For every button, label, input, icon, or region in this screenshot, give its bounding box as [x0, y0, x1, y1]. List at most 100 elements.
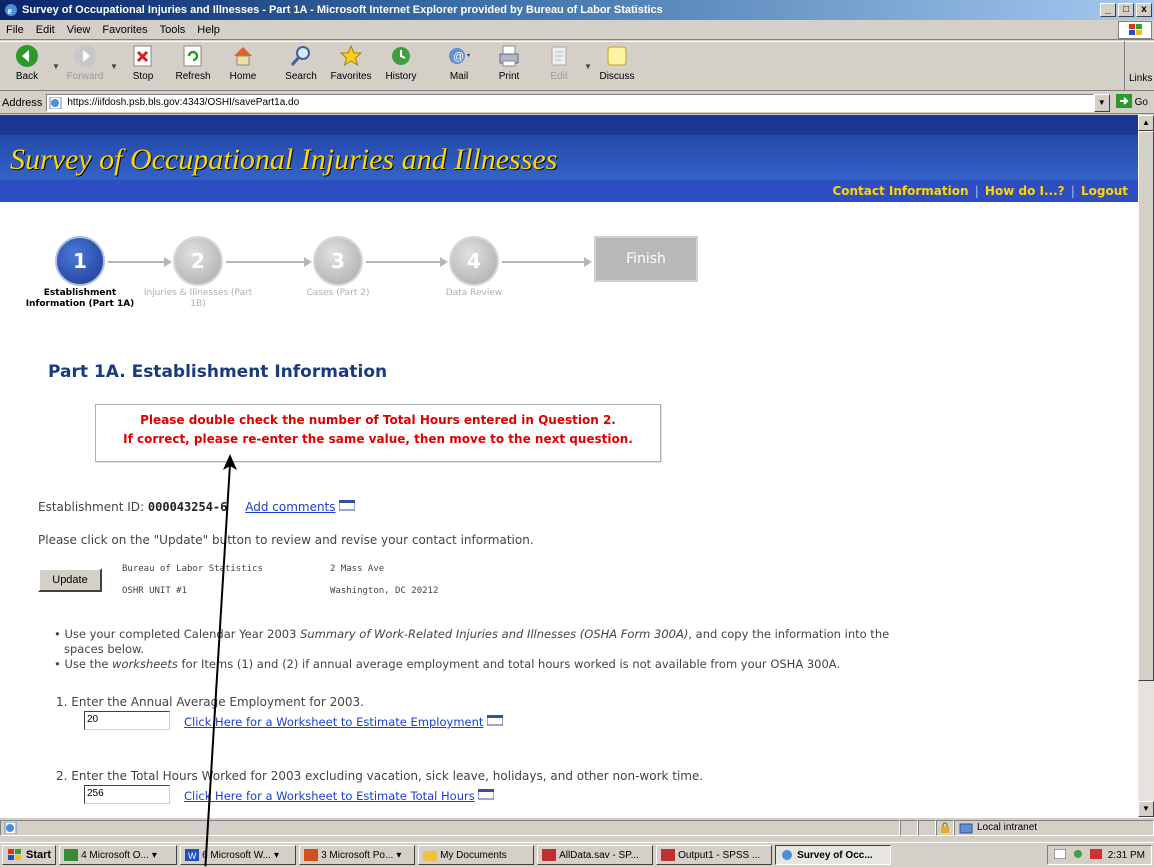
- history-button[interactable]: History: [376, 42, 426, 90]
- bullet-2-text-b: for Items (1) and (2) if annual average …: [177, 657, 841, 671]
- refresh-button[interactable]: Refresh: [168, 42, 218, 90]
- annual-employment-input[interactable]: 20: [84, 711, 170, 730]
- update-button[interactable]: Update: [38, 568, 102, 592]
- add-comments-link[interactable]: Add comments: [245, 500, 335, 514]
- forward-icon: [73, 44, 97, 68]
- menu-tools[interactable]: Tools: [154, 24, 192, 36]
- tray-security-icon[interactable]: [1089, 848, 1102, 862]
- worksheet-icon[interactable]: [477, 788, 495, 803]
- mail-button[interactable]: @ Mail: [434, 42, 484, 90]
- spss-data-icon: [542, 849, 557, 861]
- alert-line-1: Please double check the number of Total …: [140, 413, 616, 427]
- svg-text:@: @: [453, 51, 464, 63]
- close-button[interactable]: x: [1136, 3, 1152, 17]
- top-nav: Contact Information | How do I...? | Log…: [0, 180, 1138, 202]
- edit-dropdown-icon[interactable]: ▼: [584, 42, 592, 90]
- task-spss-data[interactable]: AllData.sav - SP...: [537, 845, 654, 865]
- step-2-circle: 2: [173, 236, 223, 286]
- folder-icon: [423, 849, 438, 861]
- powerpoint-icon: [304, 849, 319, 861]
- task-spss-output[interactable]: Output1 - SPSS ...: [656, 845, 773, 865]
- security-zone: Local intranet: [954, 819, 1154, 836]
- step-2-label: Injuries & Illnesses (Part 1B): [143, 288, 253, 309]
- window-titlebar[interactable]: e Survey of Occupational Injuries and Il…: [0, 0, 1154, 20]
- print-button[interactable]: Print: [484, 42, 534, 90]
- scroll-down-button[interactable]: ▼: [1138, 801, 1154, 817]
- ie-icon: [780, 849, 794, 861]
- task-label: My Documents: [440, 849, 507, 861]
- menu-favorites[interactable]: Favorites: [96, 24, 153, 36]
- ie-icon: e: [4, 3, 18, 17]
- scroll-up-button[interactable]: ▲: [1138, 115, 1154, 131]
- address-city: Washington, DC 20212: [330, 586, 439, 596]
- task-survey-ie[interactable]: Survey of Occ...: [775, 845, 892, 865]
- worksheet-icon[interactable]: [486, 714, 504, 729]
- task-outlook-group[interactable]: 4 Microsoft O... ▾: [59, 845, 178, 865]
- menu-view[interactable]: View: [61, 24, 97, 36]
- start-button[interactable]: Start: [2, 845, 57, 865]
- nav-contact-information[interactable]: Contact Information: [826, 184, 974, 198]
- favorites-button[interactable]: Favorites: [326, 42, 376, 90]
- stop-icon: [131, 44, 155, 68]
- q1-worksheet-row: Click Here for a Worksheet to Estimate E…: [184, 714, 504, 729]
- menu-file[interactable]: File: [0, 24, 30, 36]
- stop-button[interactable]: Stop: [118, 42, 168, 90]
- windows-flag-icon: [8, 849, 21, 860]
- task-my-documents[interactable]: My Documents: [418, 845, 535, 865]
- address-bar: Address https://iifdosh.psb.bls.gov:4343…: [0, 92, 1154, 114]
- status-text-area: [0, 819, 900, 836]
- step-1-circle: 1: [55, 236, 105, 286]
- links-button[interactable]: Links: [1124, 41, 1154, 91]
- system-tray: 2:31 PM: [1046, 845, 1152, 865]
- tray-network-icon[interactable]: [1072, 849, 1084, 862]
- page-status-icon: [4, 821, 17, 834]
- go-arrow-icon: [1115, 94, 1132, 111]
- step-3-label: Cases (Part 2): [306, 288, 370, 298]
- page-icon: [49, 96, 63, 109]
- back-dropdown-icon[interactable]: ▼: [52, 42, 60, 90]
- menu-help[interactable]: Help: [191, 24, 226, 36]
- task-powerpoint-group[interactable]: 3 Microsoft Po... ▾: [299, 845, 416, 865]
- comment-icon[interactable]: [338, 499, 356, 514]
- address-input[interactable]: https://iifdosh.psb.bls.gov:4343/OSHI/sa…: [46, 93, 1094, 112]
- address-label: Address: [2, 96, 43, 109]
- task-label: 3 Microsoft Po...: [321, 849, 394, 861]
- go-button[interactable]: Go: [1110, 94, 1154, 111]
- tray-mail-icon[interactable]: [1053, 848, 1067, 862]
- address-org: Bureau of Labor Statistics: [122, 564, 263, 574]
- address-dropdown-button[interactable]: ▼: [1093, 93, 1110, 112]
- vertical-scrollbar[interactable]: ▲ ▼: [1138, 115, 1154, 817]
- scroll-thumb[interactable]: [1138, 131, 1154, 681]
- home-button[interactable]: Home: [218, 42, 268, 90]
- forward-button[interactable]: Forward: [60, 42, 110, 90]
- intranet-icon: [959, 823, 973, 833]
- maximize-button[interactable]: □: [1118, 3, 1134, 17]
- mail-label: Mail: [449, 71, 469, 82]
- svg-text:W: W: [188, 851, 197, 861]
- step-arrow: [108, 257, 172, 267]
- edit-button[interactable]: Edit: [534, 42, 584, 90]
- task-label: Output1 - SPSS ...: [678, 849, 761, 861]
- window-title: Survey of Occupational Injuries and Illn…: [22, 4, 663, 16]
- annotation-arrowhead-icon: [223, 454, 237, 470]
- step-1-label: Establishment Information (Part 1A): [25, 288, 135, 309]
- task-label: AllData.sav - SP...: [559, 849, 639, 861]
- menu-edit[interactable]: Edit: [30, 24, 61, 36]
- forward-dropdown-icon[interactable]: ▼: [110, 42, 118, 90]
- update-instruction: Please click on the "Update" button to r…: [38, 533, 534, 547]
- hours-worksheet-link[interactable]: Click Here for a Worksheet to Estimate T…: [184, 789, 475, 803]
- address-street: 2 Mass Ave: [330, 564, 385, 574]
- windows-logo-icon: [1118, 21, 1152, 39]
- search-button[interactable]: Search: [276, 42, 326, 90]
- minimize-button[interactable]: _: [1100, 3, 1116, 17]
- employment-worksheet-link[interactable]: Click Here for a Worksheet to Estimate E…: [184, 715, 483, 729]
- nav-logout[interactable]: Logout: [1075, 184, 1134, 198]
- back-button[interactable]: Back: [2, 42, 52, 90]
- refresh-label: Refresh: [175, 71, 211, 82]
- outlook-icon: [64, 849, 79, 861]
- discuss-button[interactable]: Discuss: [592, 42, 642, 90]
- nav-how-do-i[interactable]: How do I...?: [979, 184, 1071, 198]
- instruction-bullet-2: • Use the worksheets for Items (1) and (…: [54, 657, 841, 671]
- task-word-group[interactable]: W6 Microsoft W... ▾: [180, 845, 297, 865]
- total-hours-input[interactable]: 256: [84, 785, 170, 804]
